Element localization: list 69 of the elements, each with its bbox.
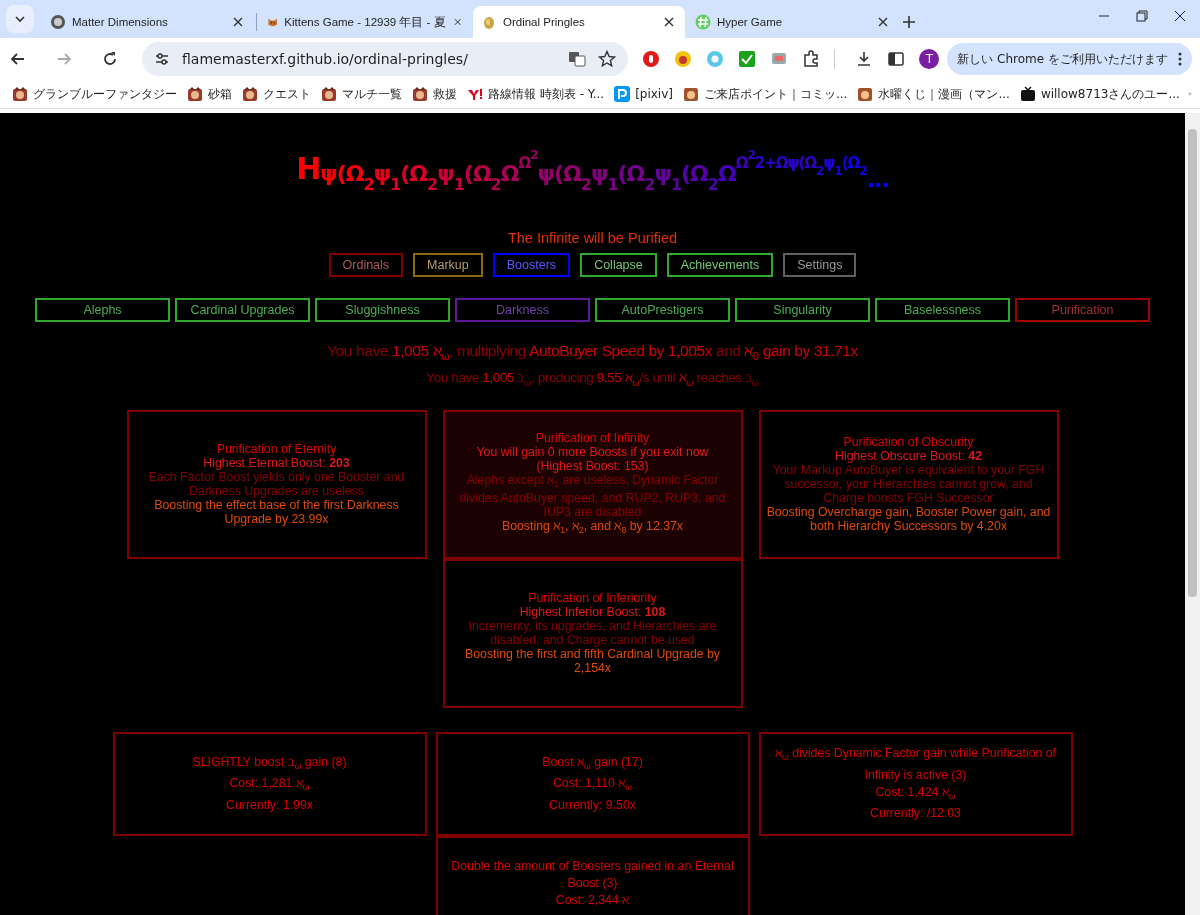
subtab[interactable]: Alephs <box>35 298 170 322</box>
address-bar[interactable]: flamemasterxf.github.io/ordinal-pringles/ <box>142 42 629 76</box>
subtab[interactable]: Sluggishness <box>315 298 450 322</box>
bookmark[interactable]: 砂箱 <box>183 82 236 106</box>
browser-tab[interactable]: Matter Dimensions <box>42 6 254 38</box>
hash-icon <box>695 14 711 30</box>
character-icon <box>242 86 258 102</box>
upgrade-button[interactable]: Boost ℵ$_{ω}$ gain (17) Cost: 1,110 ℵ$_{ω}$ Currently: 9.50x <box>435 731 750 836</box>
bookmark[interactable]: 水曜くじ｜漫画（マン... <box>853 82 1014 106</box>
purification-card[interactable]: Purification of Obscurity Highest Obscure Boost: 42 Your Markup AutoBuyer is equivalent to your FGH successor, your Hierarchies cannot grow, and Charge boosts FGH Successor Boosting Overcharge gain, Booster Power gain, and both Hierarchy Successors by 4.20x <box>758 409 1059 559</box>
side-panel-icon[interactable] <box>887 50 906 68</box>
bookmark[interactable]: 路線情報 時刻表 - Y... <box>463 82 609 106</box>
checkbox-icon[interactable] <box>738 50 757 68</box>
subtab[interactable]: Singularity <box>735 298 870 322</box>
new-tab-icon[interactable] <box>901 14 917 30</box>
star-icon[interactable] <box>598 50 617 68</box>
globe-icon <box>50 14 66 30</box>
translate-icon[interactable] <box>568 50 587 68</box>
purification-card[interactable]: Purification of Infinity You will gain 0 more Boosts if you exit now (Highest Boost: 153) Alephs except ℵ$_{1}$ are useless, Dynamic Factor divides AutoBuyer speed, and RUP2, RUP3, and IUP3 are disabled Boosting ℵ$_{1}$, ℵ$_{2}$, and ℵ$_{8}$ by 12.37x <box>442 409 743 559</box>
update-button[interactable]: 新しい Chrome をご利用いただけます <box>947 43 1192 75</box>
tv-icon <box>1019 86 1036 102</box>
bookmark[interactable]: 救援 <box>408 82 461 106</box>
nav-tab[interactable]: Collapse <box>580 253 657 277</box>
tab-search-button[interactable] <box>6 5 34 33</box>
bookmark[interactable]: willow8713さんのユー... <box>1015 82 1184 106</box>
aleph-summary: You have 1,005 ℵ$_{ω}$, multiplying AutoBuyer Speed by 1,005x and ℵ$_{0}$ gain by 31.71x <box>327 341 858 363</box>
nav-tab[interactable]: Ordinals <box>328 253 404 277</box>
subtitle: The Infinite will be Purified <box>507 230 678 246</box>
character-icon <box>321 86 337 102</box>
nav-tab[interactable]: Settings <box>783 253 857 277</box>
character-icon <box>187 86 203 102</box>
face-icon[interactable] <box>674 50 693 68</box>
browser-tab[interactable]: Kittens Game - 12939 年目 - 夏 <box>259 6 471 38</box>
profile-avatar[interactable]: T <box>919 49 940 69</box>
upgrade-button[interactable]: Double the amount of Boosters gained in an Eternal Boost (3) Cost: 2,344 ℵ <box>435 835 750 915</box>
purification-card[interactable]: Purification of Inferiority Highest Inferior Boost: 108 Incrementy, its upgrades, and Hierarchies are disabled, and Charge cannot be used Boosting the first and fifth Cardinal Upgrade by 2,154x <box>442 558 743 708</box>
stop-icon[interactable] <box>642 50 661 68</box>
purification-card[interactable]: Purification of Eternity Highest Eternal Boost: 203 Each Factor Boost yields only one Booster and Darkness Upgrades are useless Boosting the effect base of the first Darkness Upgrade by 23.99x <box>126 409 427 559</box>
nav-tab[interactable]: Markup <box>413 253 483 277</box>
shop-icon <box>683 86 699 102</box>
shop-icon <box>857 86 874 102</box>
nav-tab[interactable]: Achievements <box>666 253 774 277</box>
close-icon[interactable] <box>1174 10 1186 22</box>
browser-tab[interactable]: Hyper Game <box>687 6 899 38</box>
bookmark[interactable]: マルチ一覧 <box>317 82 406 106</box>
chevron-down-icon <box>14 13 26 25</box>
chip-icon <box>481 14 497 30</box>
bookmark[interactable]: [pixiv] <box>610 83 677 105</box>
nav-tab[interactable]: Boosters <box>492 253 571 277</box>
bookmark[interactable]: クエスト <box>238 82 315 106</box>
yahoo-icon <box>467 86 483 102</box>
pixiv-icon <box>614 86 631 102</box>
bookmark[interactable]: ご来店ポイント｜コミッ... <box>679 82 852 106</box>
upgrade-button[interactable]: SLIGHTLY boost ℶ$_{ω}$ gain (8) Cost: 1,281 ℵ$_{ω}$ Currently: 1.99x <box>112 731 427 836</box>
site-settings-icon[interactable] <box>154 51 170 67</box>
subtab[interactable]: AutoPrestigers <box>595 298 730 322</box>
scrollbar-thumb[interactable] <box>1188 129 1197 597</box>
bookmark[interactable]: グランブルーファンタジー <box>8 82 181 106</box>
browser-tab[interactable]: Ordinal Pringles <box>473 6 685 38</box>
restore-icon[interactable] <box>1136 10 1148 22</box>
beth-summary: You have 1,005 ℶ$_{ω}$, producing 9.55 ℵ$_{ω}$/s until ℵ$_{ω}$ reaches ℶ$_{ω}$ <box>426 369 759 388</box>
upgrade-button[interactable]: ℵ$_{ω}$ divides Dynamic Factor gain while Purification of Infinity is active (3) Cost: 1,424 ℵ$_{ω}$ Currently: /12.03 <box>758 731 1073 836</box>
subtab[interactable]: Baselessness <box>875 298 1010 322</box>
subtab[interactable]: Cardinal Upgrades <box>175 298 310 322</box>
puzzle-icon[interactable] <box>802 50 821 68</box>
more-icon <box>1178 52 1182 66</box>
scrollbar[interactable] <box>1185 113 1200 915</box>
character-icon <box>412 86 428 102</box>
character-icon <box>12 86 28 102</box>
